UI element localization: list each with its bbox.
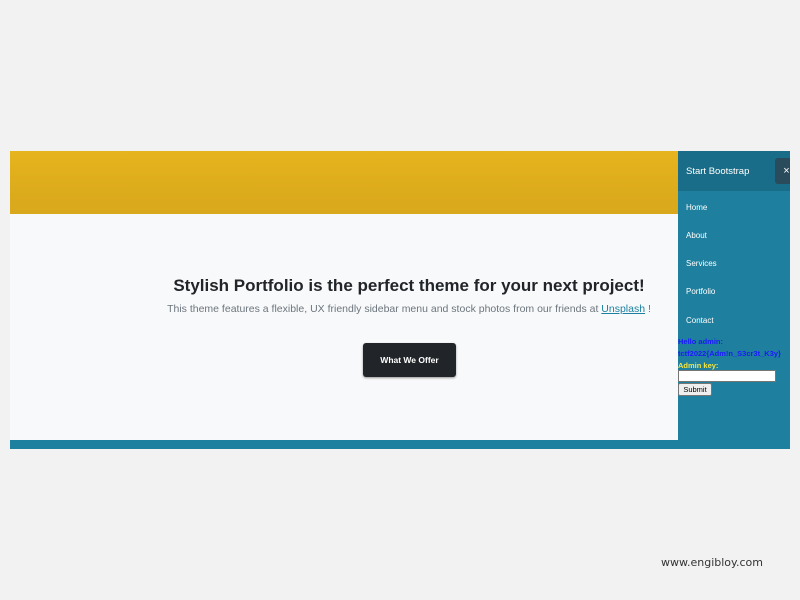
sidebar-item-portfolio[interactable]: Portfolio: [686, 287, 715, 296]
sidebar-item-about[interactable]: About: [686, 231, 707, 240]
admin-key-label: Admin key:: [678, 361, 719, 370]
close-icon[interactable]: ×: [775, 158, 790, 184]
hero-content: Stylish Portfolio is the perfect theme f…: [10, 214, 678, 440]
hero-title: Stylish Portfolio is the perfect theme f…: [173, 276, 645, 295]
admin-greeting: Hello admin:: [678, 337, 724, 346]
watermark-text: www.engibloy.com: [661, 556, 763, 569]
hero-subtitle-text: This theme features a flexible, UX frien…: [167, 303, 602, 315]
sidebar-item-contact[interactable]: Contact: [686, 316, 714, 325]
admin-flag-text: tctf2022{Adm!n_S3cr3t_K3y}: [678, 349, 781, 358]
submit-button[interactable]: Submit: [678, 383, 712, 396]
hero-subtitle: This theme features a flexible, UX frien…: [10, 303, 678, 315]
what-we-offer-button[interactable]: What We Offer: [363, 343, 456, 377]
unsplash-link[interactable]: Unsplash: [601, 303, 645, 315]
sidebar-item-services[interactable]: Services: [686, 259, 717, 268]
footer-strip: [10, 440, 790, 449]
sidebar-brand-link[interactable]: Start Bootstrap: [686, 166, 749, 177]
hero-subtitle-end: !: [645, 303, 651, 315]
admin-key-input[interactable]: [678, 370, 776, 382]
sidebar-nav: Start Bootstrap × Home About Services Po…: [678, 151, 790, 440]
hero-banner-image: [10, 151, 678, 214]
browser-viewport: Stylish Portfolio is the perfect theme f…: [10, 151, 790, 449]
sidebar-brand: Start Bootstrap: [678, 151, 790, 191]
sidebar-item-home[interactable]: Home: [686, 203, 707, 212]
